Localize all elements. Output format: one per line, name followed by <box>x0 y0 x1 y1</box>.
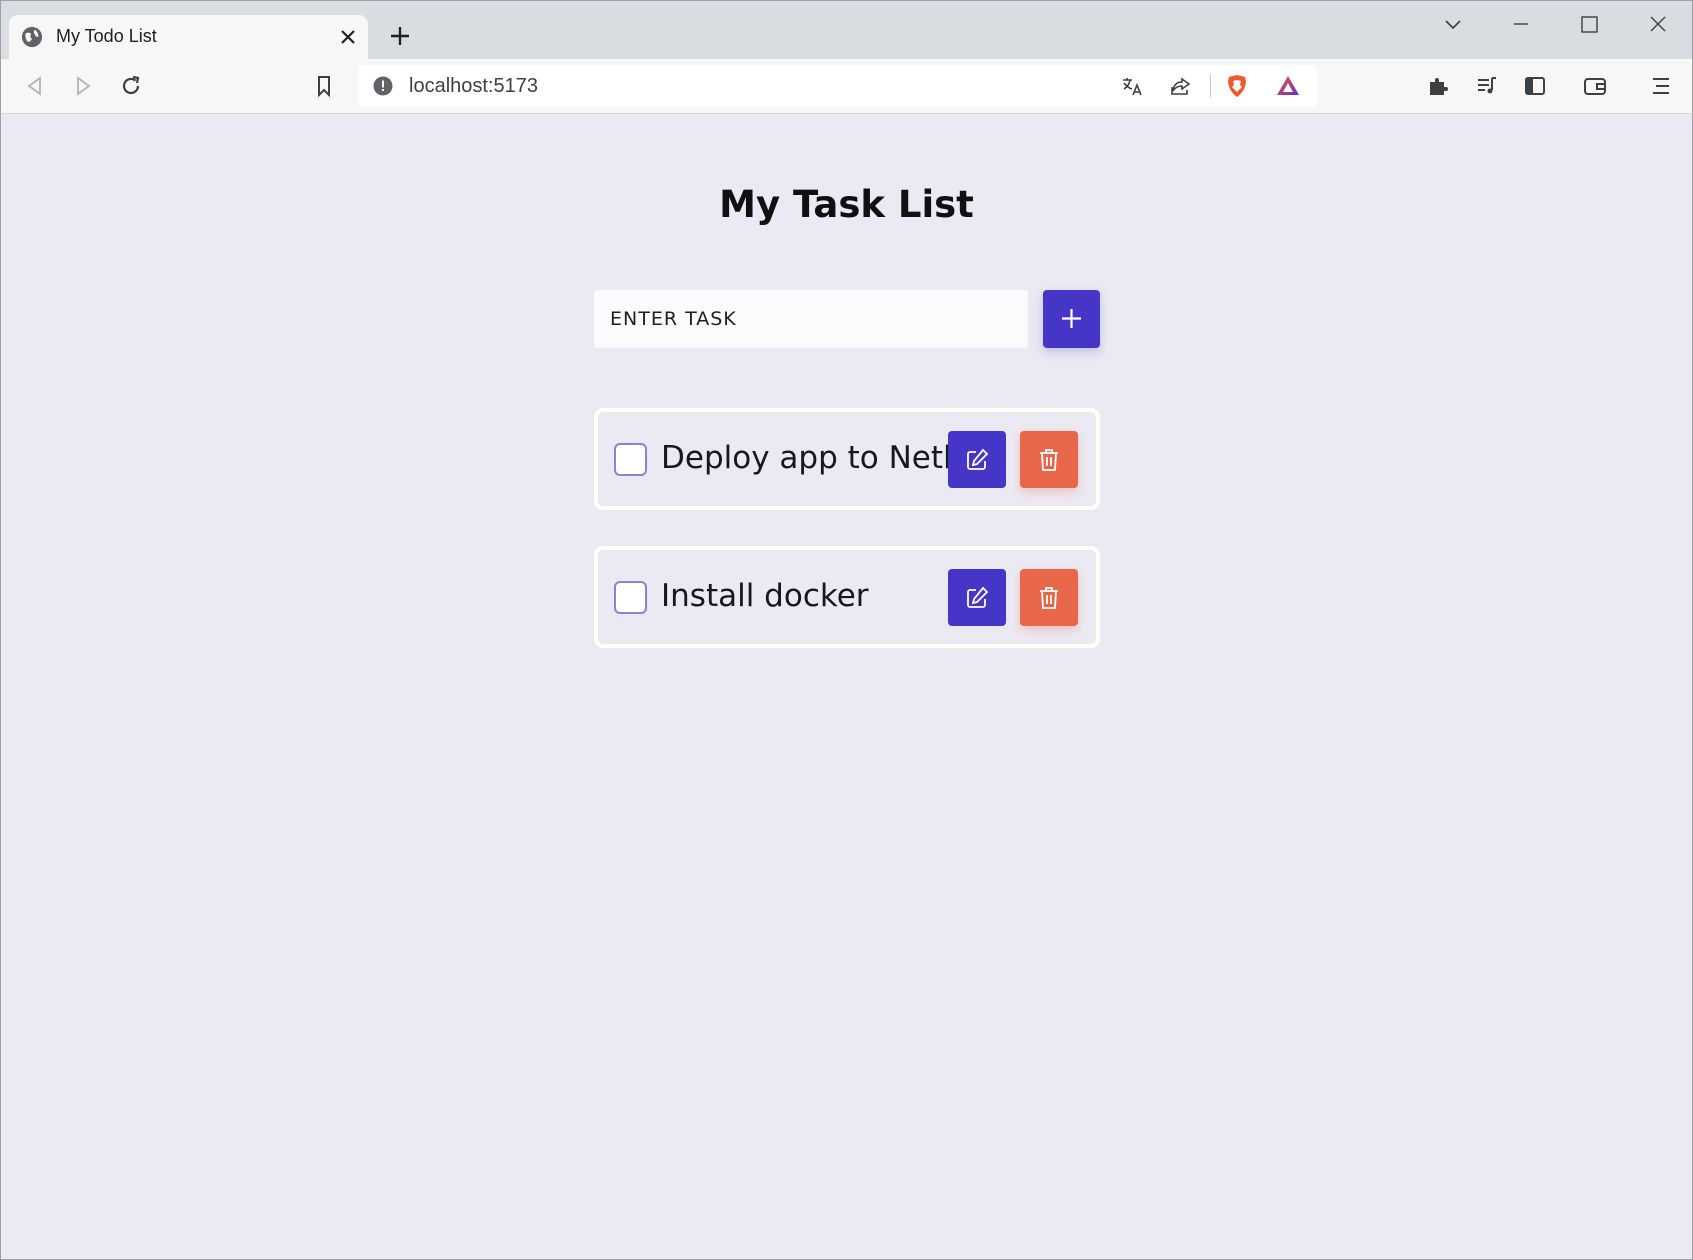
address-bar[interactable]: localhost:5173 <box>358 65 1317 107</box>
puzzle-icon[interactable] <box>1426 74 1450 98</box>
edit-task-button[interactable] <box>948 431 1006 488</box>
playlist-icon[interactable] <box>1475 74 1499 98</box>
edit-icon <box>967 586 989 608</box>
plus-icon <box>1062 309 1081 328</box>
browser-tab[interactable]: My Todo List <box>9 15 368 60</box>
forward-arrow-icon[interactable] <box>71 74 95 98</box>
globe-icon <box>21 26 43 48</box>
omnibox-divider <box>1210 75 1211 97</box>
brave-shield-icon[interactable] <box>1225 74 1249 98</box>
minimize-icon[interactable] <box>1509 13 1533 37</box>
brave-rewards-icon[interactable] <box>1276 74 1300 98</box>
maximize-icon[interactable] <box>1577 13 1601 37</box>
translate-icon[interactable] <box>1120 74 1144 98</box>
share-icon[interactable] <box>1169 74 1193 98</box>
back-arrow-icon[interactable] <box>23 74 47 98</box>
page-title: My Task List <box>719 183 974 226</box>
chevron-down-icon[interactable] <box>1441 13 1465 37</box>
bookmark-icon[interactable] <box>312 74 336 98</box>
add-task-button[interactable] <box>1043 290 1100 348</box>
task-item: Deploy app to Netlify <box>594 408 1100 510</box>
trash-icon <box>1040 449 1058 471</box>
tab-title: My Todo List <box>56 26 157 46</box>
plus-icon[interactable] <box>389 25 411 47</box>
task-checkbox[interactable] <box>614 443 647 476</box>
sidebar-icon[interactable] <box>1523 74 1547 98</box>
browser-toolbar: localhost:5173 <box>0 59 1693 114</box>
task-item: Install docker <box>594 546 1100 648</box>
info-icon[interactable] <box>373 76 393 96</box>
page-viewport <box>0 114 1693 1260</box>
task-text: Deploy app to Netlify <box>661 440 989 476</box>
task-input[interactable] <box>594 290 1028 348</box>
delete-task-button[interactable] <box>1020 431 1078 488</box>
url-text[interactable]: localhost:5173 <box>409 75 538 98</box>
edit-task-button[interactable] <box>948 569 1006 626</box>
window-close-icon[interactable] <box>1646 13 1670 37</box>
menu-icon[interactable] <box>1649 74 1673 98</box>
edit-icon <box>967 448 989 470</box>
delete-task-button[interactable] <box>1020 569 1078 626</box>
task-checkbox[interactable] <box>614 581 647 614</box>
reload-icon[interactable] <box>119 74 143 98</box>
trash-icon <box>1040 587 1058 609</box>
task-text: Install docker <box>661 578 869 614</box>
wallet-icon[interactable] <box>1583 74 1607 98</box>
browser-tabstrip: My Todo List <box>0 0 1693 60</box>
close-icon[interactable] <box>338 27 358 47</box>
